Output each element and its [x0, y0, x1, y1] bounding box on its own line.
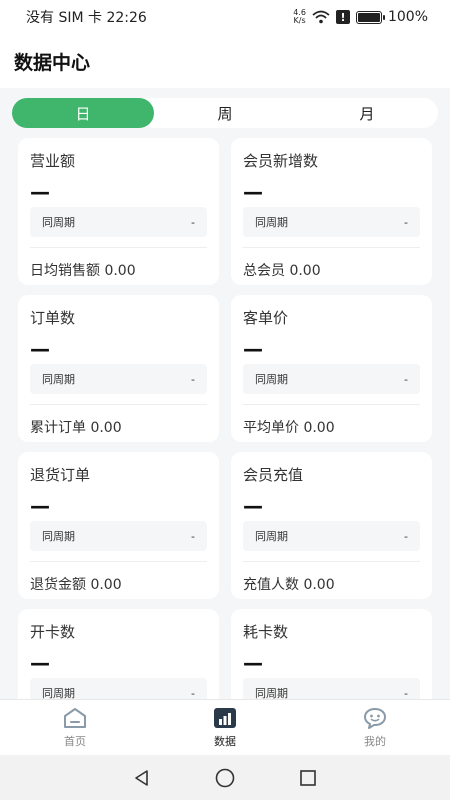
compare-label: 同周期 [42, 373, 75, 386]
card-value: — [30, 180, 50, 204]
tabbar-item-home[interactable]: 首页 [0, 700, 150, 755]
card-orders[interactable]: 订单数 — 同周期 - 累计订单 0.00 [18, 295, 219, 442]
card-value: — [243, 337, 263, 361]
status-left: 没有 SIM 卡 22:26 [26, 7, 147, 27]
tab-week[interactable]: 周 [154, 98, 296, 128]
back-button[interactable] [130, 766, 154, 790]
compare-row: 同周期 - [30, 521, 207, 551]
card-value: — [30, 494, 50, 518]
card-footer: 充值人数 0.00 [243, 577, 335, 593]
card-title: 会员新增数 [243, 152, 319, 170]
compare-value: - [191, 372, 195, 386]
compare-value: - [404, 215, 408, 229]
card-footer: 平均单价 0.00 [243, 420, 335, 436]
card-value: — [30, 651, 50, 675]
card-return-orders[interactable]: 退货订单 — 同周期 - 退货金额 0.00 [18, 452, 219, 599]
compare-label: 同周期 [255, 530, 288, 543]
back-triangle-icon [134, 769, 148, 786]
card-title: 营业额 [30, 152, 76, 170]
compare-value: - [191, 686, 195, 700]
home-icon [64, 707, 86, 728]
network-speed-unit: K/s [293, 16, 306, 25]
divider [30, 247, 207, 248]
compare-value: - [404, 529, 408, 543]
tab-day[interactable]: 日 [12, 98, 154, 128]
divider [243, 247, 420, 248]
clock: 22:26 [106, 10, 147, 26]
card-footer: 退货金额 0.00 [30, 577, 122, 593]
home-circle-icon [215, 768, 235, 787]
card-title: 退货订单 [30, 466, 91, 484]
carrier-text: 没有 SIM 卡 [26, 10, 102, 26]
alert-icon: ! [335, 10, 350, 24]
divider [243, 561, 420, 562]
tabbar-label: 我的 [364, 734, 386, 748]
card-footer: 日均销售额 0.00 [30, 263, 136, 279]
divider [30, 404, 207, 405]
card-title: 会员充值 [243, 466, 304, 484]
compare-value: - [404, 686, 408, 700]
system-nav-bar [0, 755, 450, 800]
chat-face-icon [364, 707, 386, 729]
card-footer: 总会员 0.00 [243, 263, 321, 279]
card-footer: 累计订单 0.00 [30, 420, 122, 436]
compare-label: 同周期 [255, 373, 288, 386]
period-tabs: 日 周 月 [12, 98, 438, 128]
card-title: 订单数 [30, 309, 76, 327]
chart-icon [214, 707, 236, 728]
compare-label: 同周期 [255, 216, 288, 229]
card-value: — [243, 180, 263, 204]
tab-month[interactable]: 月 [296, 98, 438, 128]
compare-row: 同周期 - [243, 207, 420, 237]
battery-percent: 100% [387, 9, 428, 25]
stats-grid: 营业额 — 同周期 - 日均销售额 0.00 会员新增数 — 同周期 - 总会员… [18, 138, 432, 756]
card-value: — [30, 337, 50, 361]
card-revenue[interactable]: 营业额 — 同周期 - 日均销售额 0.00 [18, 138, 219, 285]
home-nav-button[interactable] [213, 766, 237, 790]
status-bar: 没有 SIM 卡 22:26 4.6 K/s ! 100% [0, 0, 450, 34]
status-right: 4.6 K/s ! 100% [293, 9, 428, 26]
wifi-icon [312, 10, 330, 24]
recents-square-icon [300, 769, 317, 786]
compare-value: - [191, 215, 195, 229]
compare-row: 同周期 - [243, 521, 420, 551]
card-new-members[interactable]: 会员新增数 — 同周期 - 总会员 0.00 [231, 138, 432, 285]
compare-row: 同周期 - [243, 364, 420, 394]
card-value: — [243, 651, 263, 675]
card-title: 耗卡数 [243, 623, 289, 641]
compare-row: 同周期 - [30, 364, 207, 394]
card-value: — [243, 494, 263, 518]
recents-button[interactable] [296, 766, 320, 790]
card-avg-order-price[interactable]: 客单价 — 同周期 - 平均单价 0.00 [231, 295, 432, 442]
tabbar-label: 数据 [214, 734, 236, 748]
compare-label: 同周期 [42, 530, 75, 543]
compare-value: - [404, 372, 408, 386]
bottom-tab-bar: 首页 数据 我的 [0, 699, 450, 755]
compare-label: 同周期 [42, 216, 75, 229]
tabbar-item-mine[interactable]: 我的 [300, 700, 450, 755]
tabbar-item-data[interactable]: 数据 [150, 700, 300, 755]
compare-row: 同周期 - [30, 207, 207, 237]
card-title: 开卡数 [30, 623, 76, 641]
card-title: 客单价 [243, 309, 289, 327]
page-title: 数据中心 [14, 51, 91, 74]
page-header: 数据中心 [0, 34, 450, 88]
divider [243, 404, 420, 405]
compare-value: - [191, 529, 195, 543]
divider [30, 561, 207, 562]
network-speed: 4.6 K/s [293, 9, 306, 25]
battery-icon [355, 10, 385, 24]
card-member-recharge[interactable]: 会员充值 — 同周期 - 充值人数 0.00 [231, 452, 432, 599]
tabbar-label: 首页 [64, 734, 86, 748]
